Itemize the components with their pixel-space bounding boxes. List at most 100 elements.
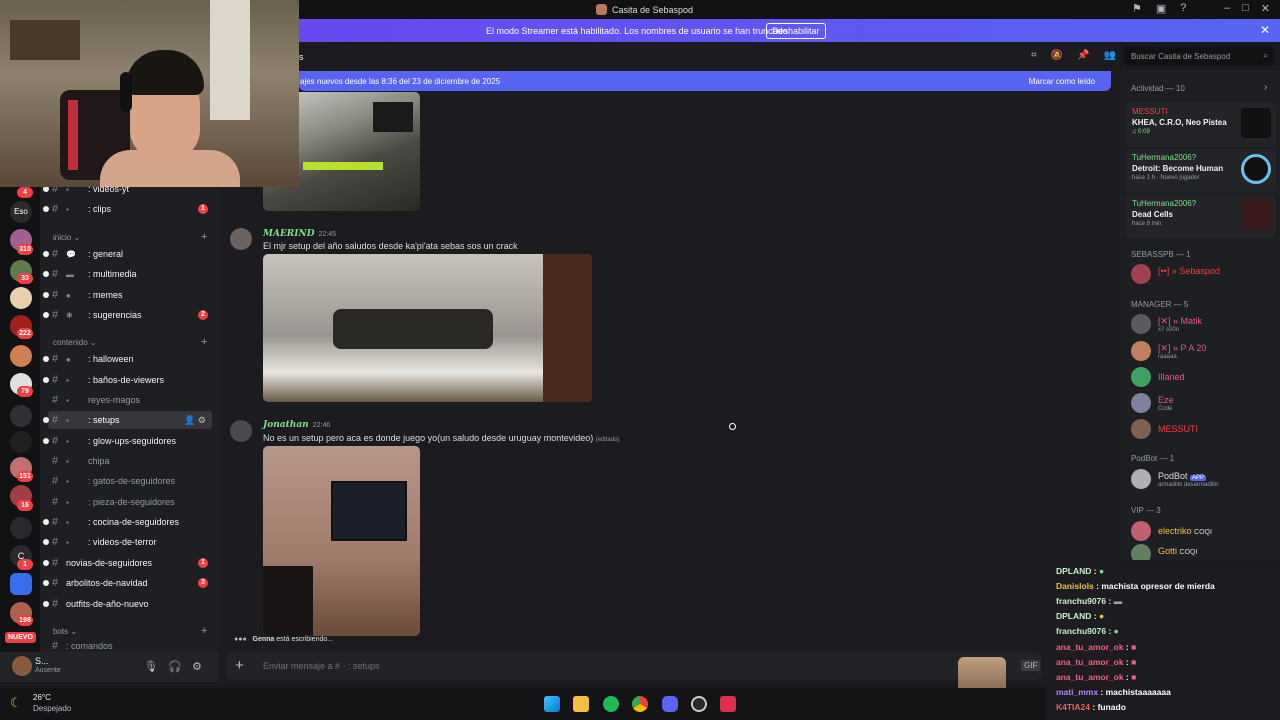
channel-glow-ups-seguidores[interactable]: # ▪: glow-ups-seguidores: [43, 432, 212, 450]
window-controls: – □ ✕: [1224, 2, 1270, 15]
guild-icon[interactable]: [10, 573, 32, 595]
mark-read-button[interactable]: Marcar como leído: [1029, 77, 1095, 86]
user-status: Ausente: [35, 667, 61, 674]
member-item[interactable]: PodBot APP armadillo desarmadillo: [1131, 469, 1276, 491]
windows-start-icon[interactable]: [544, 696, 560, 712]
file-explorer-icon[interactable]: [573, 696, 589, 712]
username[interactable]: S...: [35, 656, 49, 666]
channel-arbolitos-de-navidad[interactable]: # arbolitos-de-navidad 3: [43, 574, 212, 592]
member-item[interactable]: Illaned: [1131, 367, 1276, 389]
chat-line: Danislols : machista opresor de mierda: [1056, 581, 1215, 591]
chrome-icon[interactable]: [632, 696, 648, 712]
avatar[interactable]: [230, 228, 252, 250]
channel-novias-de-seguidores[interactable]: # novias-de-seguidores 1: [43, 554, 212, 572]
channel-general[interactable]: # 💬: general: [43, 245, 212, 263]
message-image-sewing-machine[interactable]: [263, 254, 592, 402]
channel-setups[interactable]: # ▪: setups 👤 ⚙: [43, 411, 212, 429]
category-bots[interactable]: bots ⌄ +: [53, 625, 207, 637]
add-channel-icon[interactable]: +: [201, 336, 207, 348]
member-item[interactable]: [✕] » Matik x7 s00n: [1131, 314, 1276, 336]
channel-header-name: s: [299, 52, 304, 62]
close-window-button[interactable]: ✕: [1261, 2, 1270, 15]
channel-chipa[interactable]: # ▪ chipa: [48, 452, 212, 470]
activity-card[interactable]: TuHermana2006? Dead Cells hace 8 min: [1126, 195, 1276, 239]
channel-halloween[interactable]: # ●: halloween: [43, 350, 212, 368]
guild-icon[interactable]: Eso: [10, 201, 32, 223]
avatar[interactable]: [12, 656, 32, 676]
invite-settings-icons[interactable]: 👤 ⚙: [184, 415, 206, 426]
member-item[interactable]: [••] » Sebaspod: [1131, 264, 1276, 286]
avatar[interactable]: [230, 420, 252, 442]
member-item[interactable]: electriko COQI: [1131, 521, 1276, 543]
add-channel-icon[interactable]: +: [201, 625, 207, 637]
chat-line: franchu9076 : ▬: [1056, 596, 1123, 606]
activity-card[interactable]: TuHermana2006? Detroit: Become Human hac…: [1126, 149, 1276, 193]
chevron-right-icon[interactable]: ›: [1264, 82, 1267, 93]
channel-multimedia[interactable]: # ▬: multimedia: [43, 265, 212, 283]
minimize-button[interactable]: –: [1224, 2, 1230, 15]
tiktok-icon[interactable]: [720, 696, 736, 712]
message-image-tv[interactable]: [263, 446, 420, 636]
member-item[interactable]: [✕] » P A 20 raaaaa: [1131, 341, 1276, 363]
discord-icon[interactable]: [662, 696, 678, 712]
chat-line: DPLAND : ●: [1056, 611, 1105, 621]
channel-clips[interactable]: # ▪: clips 1: [43, 200, 212, 218]
microphone-icon[interactable]: 🎙: [144, 660, 158, 673]
settings-gear-icon[interactable]: ⚙: [192, 660, 202, 673]
spotify-icon[interactable]: [603, 696, 619, 712]
category-contenido[interactable]: contenido ⌄ +: [53, 336, 207, 348]
avatar: [1131, 419, 1151, 439]
guild-icon[interactable]: [10, 345, 32, 367]
guild-icon[interactable]: [10, 431, 32, 453]
guild-icon[interactable]: [10, 405, 32, 427]
guild-icon[interactable]: [10, 517, 32, 539]
activity-card[interactable]: MESSUTI KHEA, C.R.O, Neo Pistea ♫ 0:09: [1126, 103, 1276, 147]
message-author[interactable]: MAERIND 22:45: [263, 229, 336, 239]
search-input[interactable]: Buscar Casita de Sebaspod ⌕: [1124, 47, 1274, 66]
message-author[interactable]: Jonathan 22:46: [263, 420, 330, 430]
mute-icon[interactable]: 🔕: [1051, 50, 1063, 61]
member-item[interactable]: Eze Code: [1131, 393, 1276, 415]
channel-banos-de-viewers[interactable]: # ▪: baños-de-viewers: [43, 371, 212, 389]
inbox-icon[interactable]: ⚑: [1132, 2, 1142, 15]
channel-emoji: ▪: [66, 517, 69, 527]
headphones-icon[interactable]: 🎧: [168, 660, 182, 673]
gif-button[interactable]: GIF: [1021, 660, 1041, 671]
threads-icon[interactable]: ⌗: [1031, 50, 1037, 61]
channel-pieza-de-seguidores[interactable]: # ▪: pieza-de-seguidores: [48, 493, 212, 511]
unread-dot: [43, 601, 49, 607]
close-banner-icon[interactable]: ✕: [1260, 23, 1270, 37]
member-item[interactable]: MESSUTI: [1131, 419, 1276, 441]
channel-outfits-de-ano-nuevo[interactable]: # outfits-de-año-nuevo: [43, 595, 212, 613]
channel-sugerencias[interactable]: # ✱: sugerencias 2: [43, 306, 212, 324]
add-channel-icon[interactable]: +: [201, 231, 207, 243]
unread-dot: [43, 292, 49, 298]
pin-icon[interactable]: 📌: [1077, 50, 1089, 61]
add-attachment-icon[interactable]: +: [235, 657, 244, 674]
category-inicio[interactable]: inicio ⌄ +: [53, 231, 207, 243]
channel-reyes-magos[interactable]: # ▪ reyes-magos: [48, 391, 212, 409]
new-messages-bar[interactable]: ajes nuevos desde las 8:36 del 23 de dic…: [299, 71, 1111, 91]
monitor-icon[interactable]: ▣: [1156, 2, 1166, 15]
window-title: Casita de Sebaspod: [596, 4, 693, 15]
channel-emoji: ▪: [66, 497, 69, 507]
channel-comandos[interactable]: #: comandos: [48, 639, 212, 652]
help-icon[interactable]: ?: [1180, 2, 1186, 15]
channel-memes[interactable]: # ●: memes: [43, 286, 212, 304]
member-item[interactable]: Gotti COQI: [1131, 544, 1276, 560]
channel-videos-de-terror[interactable]: # ▪: videos-de-terror: [43, 533, 212, 551]
hash-icon: #: [51, 309, 59, 321]
monitor: [373, 102, 413, 132]
channel-gatos-de-seguidores[interactable]: # ▪: gatos-de-seguidores: [48, 472, 212, 490]
message-composer[interactable]: + Enviar mensaje a # · : setups: [226, 652, 1042, 680]
maximize-button[interactable]: □: [1242, 2, 1249, 15]
disable-streamer-button[interactable]: Deshabilitar: [766, 23, 826, 39]
channel-emoji: ▪: [66, 456, 69, 466]
hash-icon: #: [51, 516, 59, 528]
user-panel: S... Ausente 🎙 🎧 ⚙: [0, 652, 218, 682]
guild-icon[interactable]: [10, 287, 32, 309]
obs-icon[interactable]: [691, 696, 707, 712]
channel-emoji: ●: [66, 290, 71, 300]
channel-cocina-de-seguidores[interactable]: # ▪: cocina-de-seguidores: [43, 513, 212, 531]
members-icon[interactable]: 👥: [1104, 50, 1116, 61]
